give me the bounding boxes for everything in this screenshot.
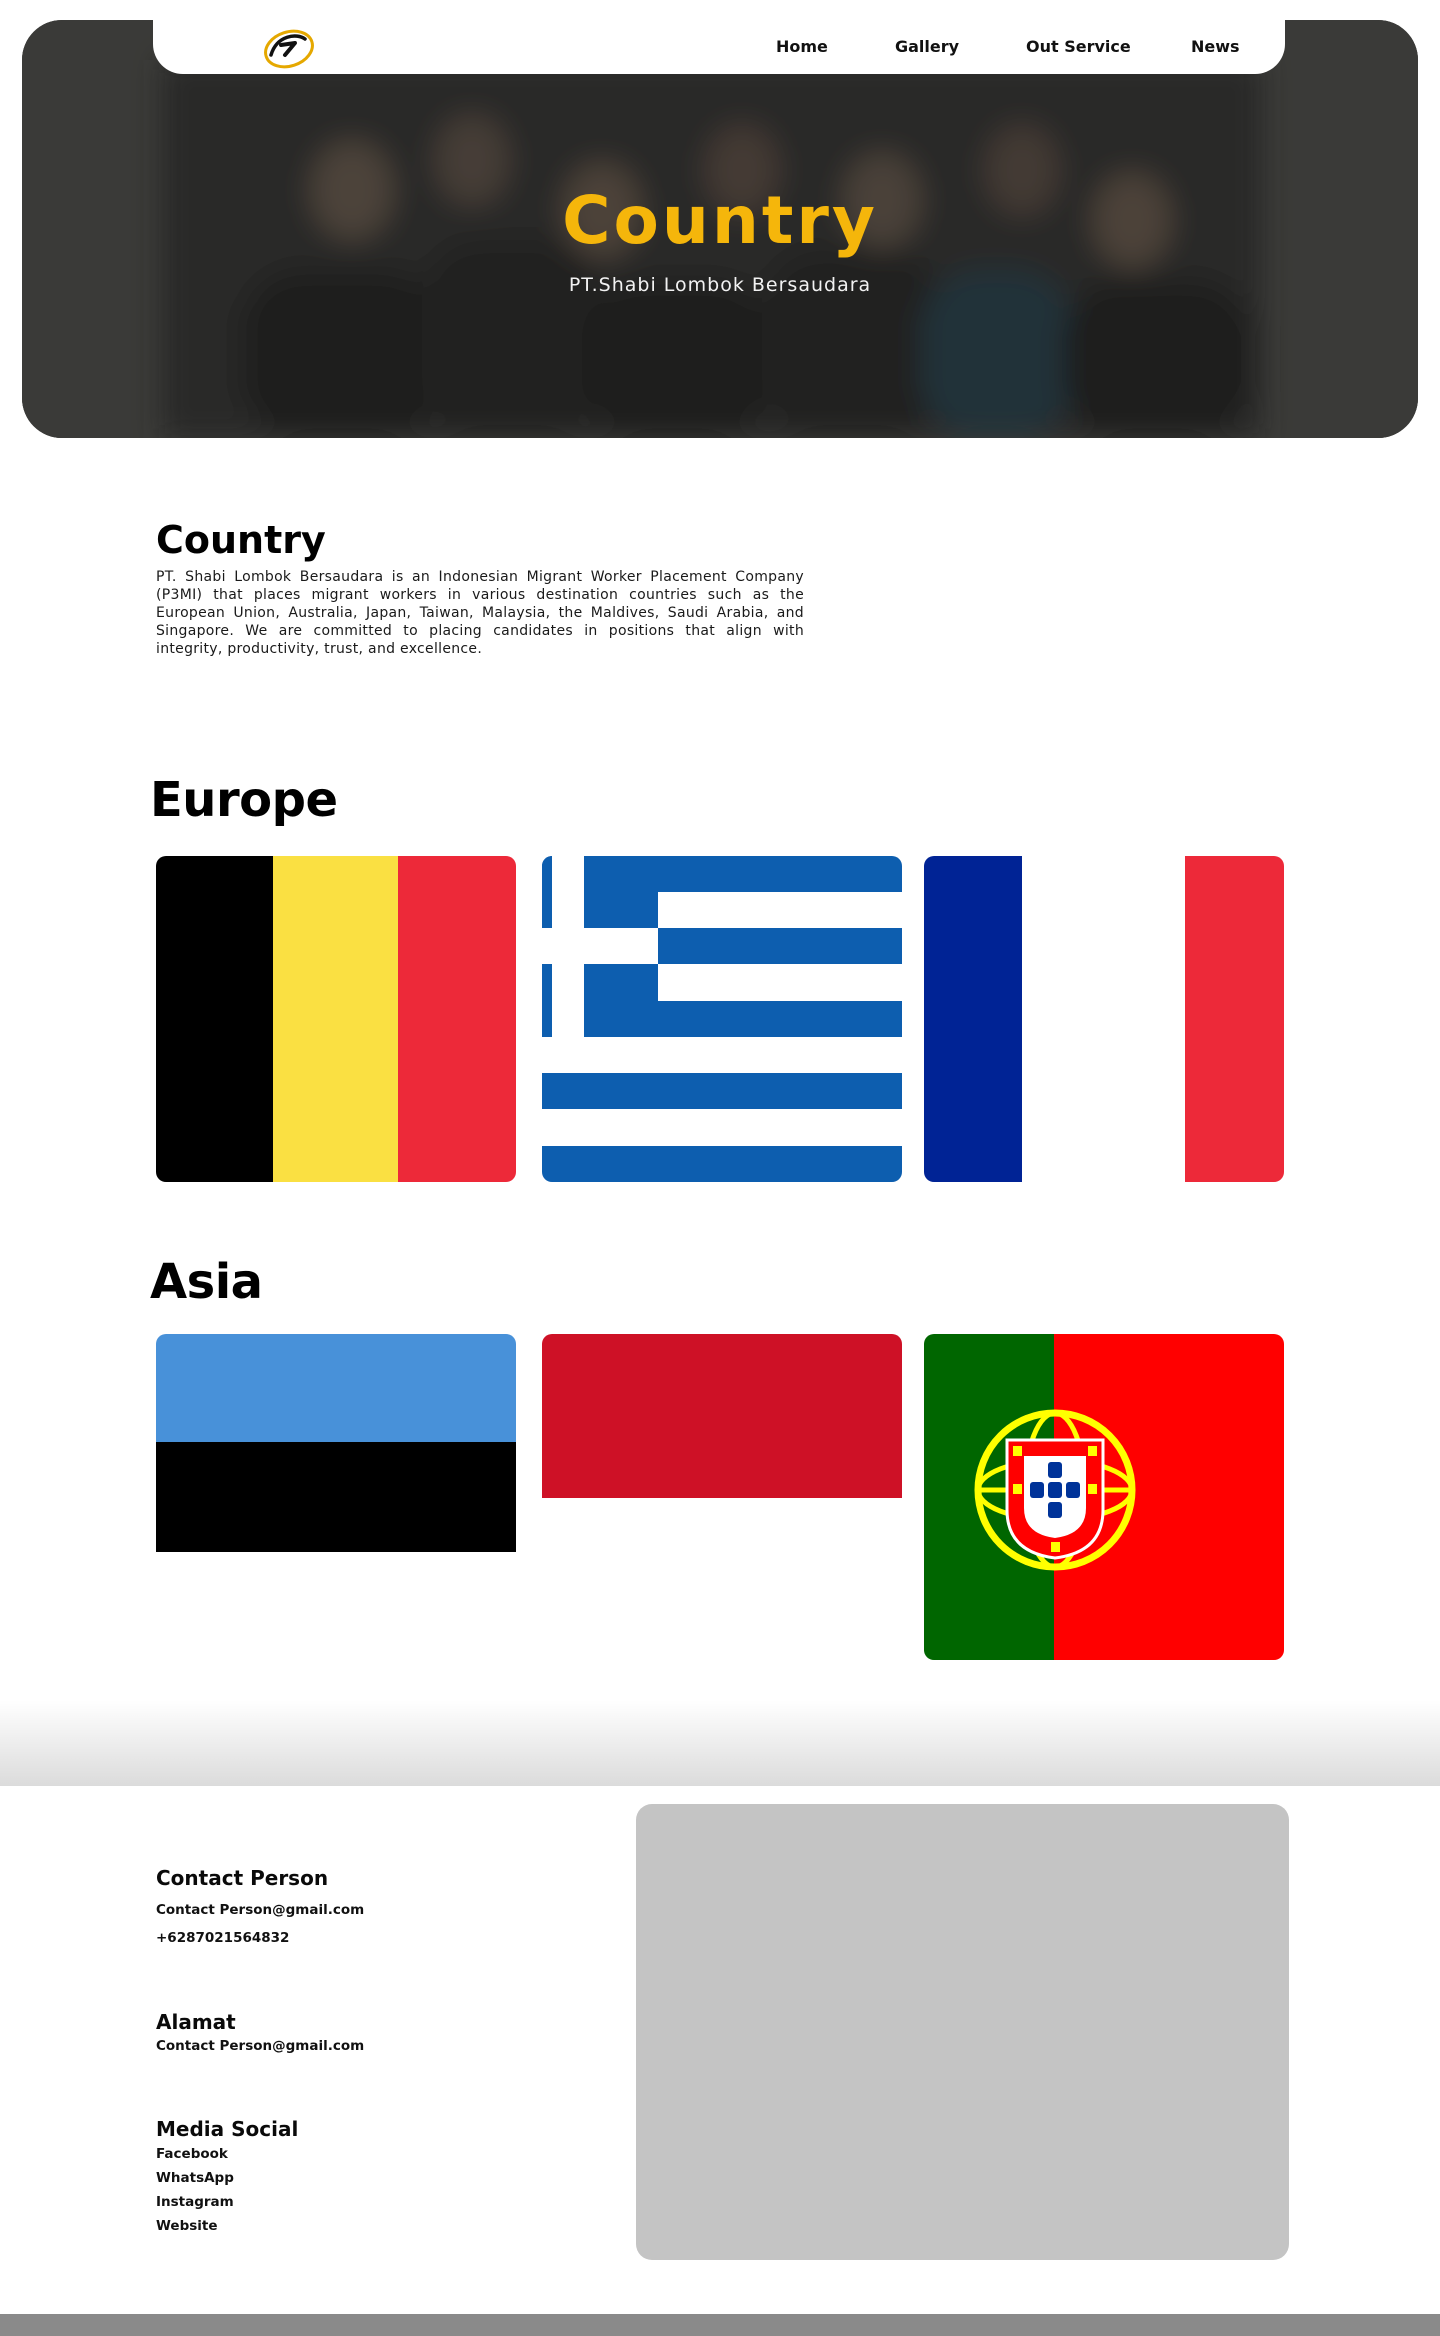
france-flag[interactable] <box>924 856 1284 1182</box>
contact-email[interactable]: Contact Person@gmail.com <box>156 1902 364 1918</box>
address-heading: Alamat <box>156 2010 236 2034</box>
address-value: Contact Person@gmail.com <box>156 2038 365 2054</box>
hero-subtitle: PT.Shabi Lombok Bersaudara <box>568 274 872 296</box>
estonia-flag[interactable] <box>156 1334 516 1552</box>
company-logo[interactable] <box>261 25 317 69</box>
footer-top-shadow <box>0 1700 1440 1786</box>
nav-out-service[interactable]: Out Service <box>1026 37 1131 56</box>
footer: Contact Person Contact Person@gmail.com … <box>0 1786 1440 2314</box>
greece-flag[interactable] <box>542 856 902 1182</box>
intro-description: PT. Shabi Lombok Bersaudara is an Indone… <box>156 569 804 657</box>
contact-person-heading: Contact Person <box>156 1866 329 1890</box>
nav-news[interactable]: News <box>1191 37 1240 56</box>
social-link-website[interactable]: Website <box>156 2218 218 2234</box>
indonesia-flag[interactable] <box>542 1334 902 1498</box>
region-title-asia: Asia <box>150 1254 263 1310</box>
portugal-flag[interactable] <box>924 1334 1284 1660</box>
top-navbar: Home Gallery Out Service News <box>153 20 1285 74</box>
belgium-flag[interactable] <box>156 856 516 1182</box>
social-link-instagram[interactable]: Instagram <box>156 2194 234 2210</box>
social-media-heading: Media Social <box>156 2117 299 2141</box>
hero-title: Country <box>562 182 878 259</box>
hero-banner: Home Gallery Out Service News Country PT… <box>22 20 1418 438</box>
bottom-bar <box>0 2314 1440 2336</box>
nav-home[interactable]: Home <box>776 37 828 56</box>
map-placeholder[interactable] <box>636 1804 1289 2260</box>
social-link-whatsapp[interactable]: WhatsApp <box>156 2170 234 2186</box>
social-link-facebook[interactable]: Facebook <box>156 2146 228 2162</box>
nav-gallery[interactable]: Gallery <box>895 37 959 56</box>
intro-title: Country <box>156 518 326 562</box>
region-title-europe: Europe <box>150 772 338 828</box>
contact-phone[interactable]: +6287021564832 <box>156 1930 289 1946</box>
